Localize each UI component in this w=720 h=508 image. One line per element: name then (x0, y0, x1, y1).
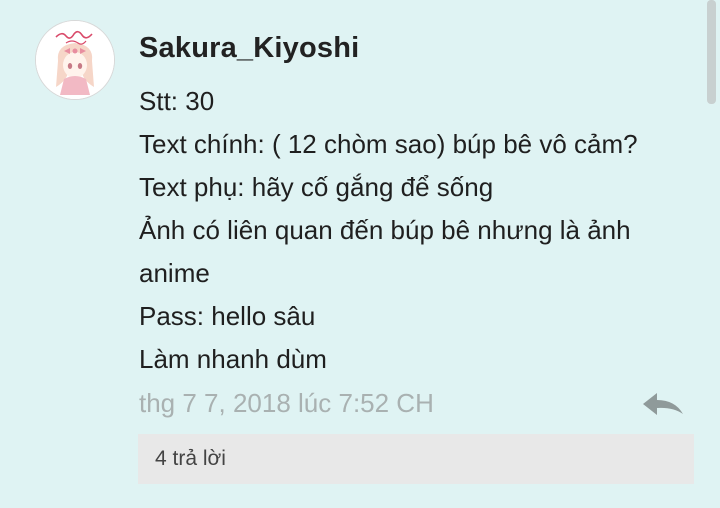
comment-line: anime (139, 258, 210, 288)
avatar[interactable] (35, 20, 115, 100)
scrollbar[interactable] (707, 0, 716, 104)
avatar-image (36, 21, 114, 99)
comment-line: Ảnh có liên quan đến búp bê nhưng là ảnh (139, 215, 631, 245)
comment-body: Stt: 30 Text chính: ( 12 chòm sao) búp b… (139, 80, 699, 381)
reply-arrow-icon[interactable] (641, 390, 685, 420)
comment-line: Stt: 30 (139, 86, 215, 116)
view-replies-button[interactable]: 4 trả lời (138, 434, 694, 484)
comment-line: Text phụ: hãy cố gắng để sống (139, 172, 494, 202)
comment-line: Pass: hello sâu (139, 301, 316, 331)
comment-line: Text chính: ( 12 chòm sao) búp bê vô cảm… (139, 129, 638, 159)
comment-timestamp: thg 7 7, 2018 lúc 7:52 CH (139, 388, 434, 418)
comment-card: Sakura_Kiyoshi Stt: 30 Text chính: ( 12 … (0, 0, 720, 508)
replies-count-label: 4 trả lời (155, 447, 226, 470)
comment-line: Làm nhanh dùm (139, 344, 327, 374)
username[interactable]: Sakura_Kiyoshi (139, 32, 359, 65)
